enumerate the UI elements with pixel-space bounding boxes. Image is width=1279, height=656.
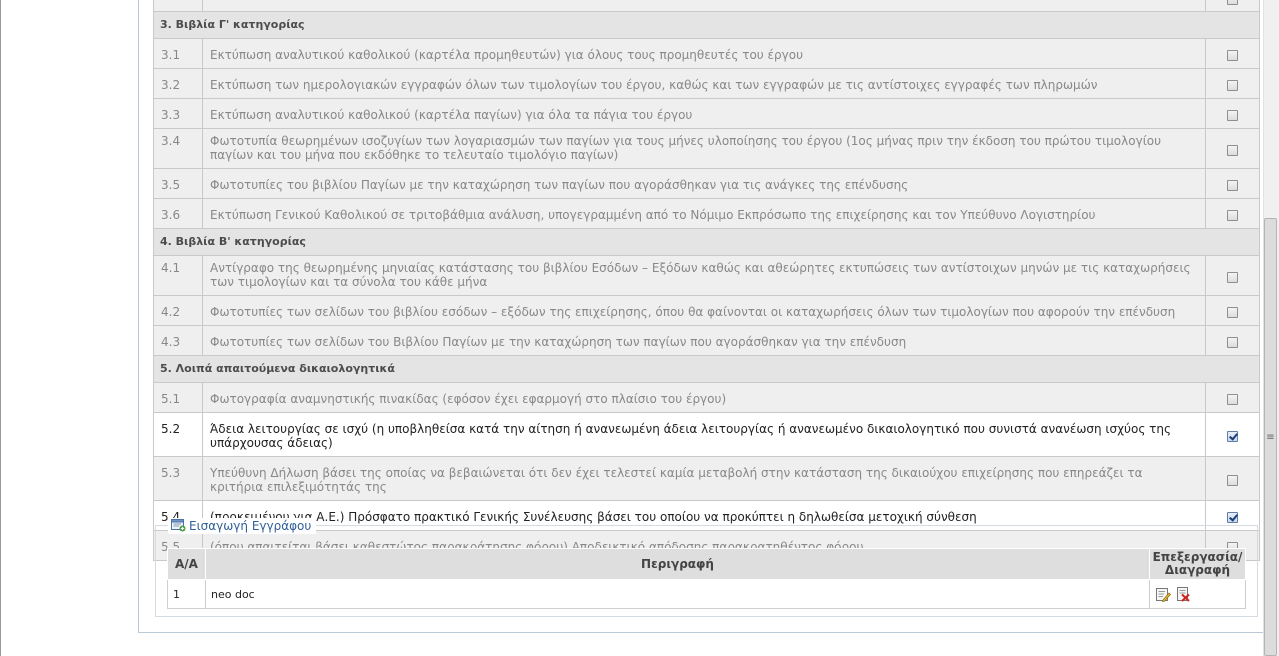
item-description: Αντίγραφο της θεωρημένης μηνιαίας κατάστ… — [202, 255, 1206, 296]
checkbox[interactable] — [1227, 0, 1238, 5]
item-checkbox[interactable] — [1227, 179, 1238, 191]
item-checkbox[interactable] — [1227, 209, 1238, 221]
item-description: Φωτοτυπίες του βιβλίου Παγίων με την κατ… — [202, 168, 1206, 199]
category-title: 5. Λοιπά απαιτούμενα δικαιολογητικά — [153, 355, 1260, 383]
item-checkbox[interactable] — [1227, 79, 1238, 91]
checklist-row: 4.2 Φωτοτυπίες των σελίδων του βιβλίου ε… — [153, 295, 1260, 326]
item-description: Υπεύθυνη Δήλωση βάσει της οποίας να βεβα… — [202, 456, 1206, 501]
item-description: Άδεια λειτουργίας σε ισχύ (η υποβληθείσα… — [202, 412, 1206, 457]
checklist-row: 3.6 Εκτύπωση Γενικού Καθολικού σε τριτοβ… — [153, 198, 1260, 229]
item-number: 4.1 — [153, 255, 203, 296]
header-actions: Επεξεργασία/ Διαγραφή — [1149, 548, 1246, 580]
checklist-row: 5.1 Φωτογραφία αναμνηστικής πινακίδας (ε… — [153, 382, 1260, 413]
item-number: 3.2 — [153, 68, 203, 99]
item-description: Φωτοτυπία θεωρημένων ισοζυγίων των λογαρ… — [202, 128, 1206, 169]
item-number: 4.2 — [153, 295, 203, 326]
item-number: 5.1 — [153, 382, 203, 413]
checklist-row: 3.3 Εκτύπωση αναλυτικού καθολικού (καρτέ… — [153, 98, 1260, 129]
item-description: Εκτύπωση αναλυτικού καθολικού (καρτέλα π… — [202, 38, 1206, 69]
item-description: Φωτοτυπίες των σελίδων του βιβλίου εσόδω… — [202, 295, 1206, 326]
add-document-label: Εισαγωγή Εγγράφου — [189, 519, 312, 533]
checklist-row-cut — [153, 0, 1260, 12]
checklist-row: 3.4 Φωτοτυπία θεωρημένων ισοζυγίων των λ… — [153, 128, 1260, 169]
documents-table: Α/Α Περιγραφή Επεξεργασία/ Διαγραφή 1 ne… — [167, 548, 1246, 609]
checklist-row: 4.1 Αντίγραφο της θεωρημένης μηνιαίας κα… — [153, 255, 1260, 296]
item-checkbox[interactable] — [1227, 49, 1238, 61]
item-number: 4.3 — [153, 325, 203, 356]
checklist-row: 5.3 Υπεύθυνη Δήλωση βάσει της οποίας να … — [153, 456, 1260, 501]
checklist-row: 3.1 Εκτύπωση αναλυτικού καθολικού (καρτέ… — [153, 38, 1260, 69]
item-number: 3.3 — [153, 98, 203, 129]
item-checkbox[interactable] — [1227, 271, 1238, 283]
item-checkbox[interactable] — [1227, 393, 1238, 405]
delete-icon[interactable] — [1175, 586, 1191, 602]
item-checkbox[interactable] — [1227, 306, 1238, 318]
item-checkbox-checked[interactable] — [1227, 430, 1238, 442]
document-aa: 1 — [167, 579, 206, 609]
checklist-row: 3.5 Φωτοτυπίες του βιβλίου Παγίων με την… — [153, 168, 1260, 199]
checklist-row: 3.2 Εκτύπωση των ημερολογιακών εγγραφών … — [153, 68, 1260, 99]
item-description: Εκτύπωση Γενικού Καθολικού σε τριτοβάθμι… — [202, 198, 1206, 229]
item-number: 3.5 — [153, 168, 203, 199]
item-description: Εκτύπωση των ημερολογιακών εγγραφών όλων… — [202, 68, 1206, 99]
item-number: 3.4 — [153, 128, 203, 169]
edit-icon[interactable] — [1155, 586, 1171, 602]
document-actions — [1149, 579, 1246, 609]
item-description: Εκτύπωση αναλυτικού καθολικού (καρτέλα π… — [202, 98, 1206, 129]
add-document-icon — [171, 519, 186, 532]
item-number: 3.1 — [153, 38, 203, 69]
category-row: 3. Βιβλία Γ' κατηγορίας — [153, 11, 1260, 39]
checklist-table: 3. Βιβλία Γ' κατηγορίας 3.1 Εκτύπωση ανα… — [153, 0, 1260, 561]
category-row: 5. Λοιπά απαιτούμενα δικαιολογητικά — [153, 355, 1260, 383]
content-left-border — [138, 0, 139, 633]
item-checkbox[interactable] — [1227, 336, 1238, 348]
add-document-link[interactable]: Εισαγωγή Εγγράφου — [168, 518, 317, 534]
document-description: neo doc — [205, 579, 1150, 609]
documents-header-row: Α/Α Περιγραφή Επεξεργασία/ Διαγραφή — [167, 548, 1246, 580]
item-number: 5.3 — [153, 456, 203, 501]
category-title: 4. Βιβλία Β' κατηγορίας — [153, 228, 1260, 256]
item-checkbox-checked[interactable] — [1227, 511, 1238, 523]
header-aa: Α/Α — [167, 548, 206, 580]
checklist-row: 4.3 Φωτοτυπίες των σελίδων του Βιβλίου Π… — [153, 325, 1260, 356]
item-description: Φωτοτυπίες των σελίδων του Βιβλίου Παγίω… — [202, 325, 1206, 356]
window-left-border — [0, 0, 1, 656]
item-number: 3.6 — [153, 198, 203, 229]
item-number: 5.2 — [153, 412, 203, 457]
item-checkbox[interactable] — [1227, 474, 1238, 486]
item-checkbox[interactable] — [1227, 109, 1238, 121]
document-row: 1 neo doc — [167, 579, 1246, 609]
content-bottom-border — [138, 632, 1264, 633]
item-checkbox[interactable] — [1227, 144, 1238, 156]
category-row: 4. Βιβλία Β' κατηγορίας — [153, 228, 1260, 256]
checklist-row-checked: 5.2 Άδεια λειτουργίας σε ισχύ (η υποβληθ… — [153, 412, 1260, 457]
item-description: Φωτογραφία αναμνηστικής πινακίδας (εφόσο… — [202, 382, 1206, 413]
header-description: Περιγραφή — [205, 548, 1150, 580]
scrollbar-grip-icon: ≡ — [1266, 432, 1275, 443]
category-title: 3. Βιβλία Γ' κατηγορίας — [153, 11, 1260, 39]
